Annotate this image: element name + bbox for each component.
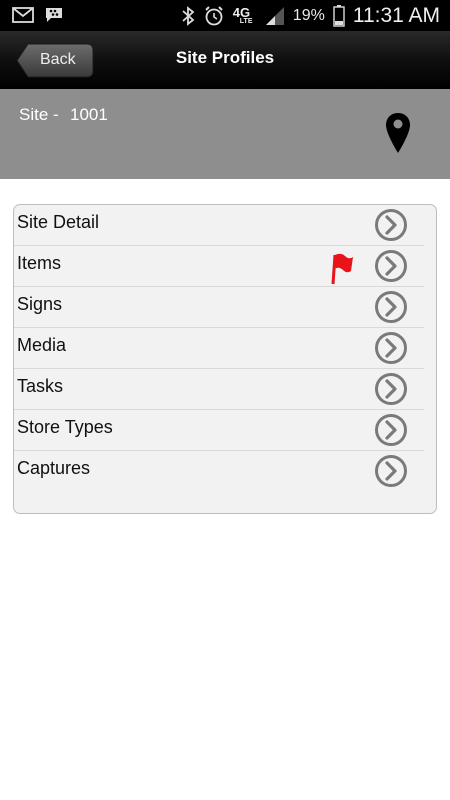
chevron-right-icon[interactable]	[374, 331, 408, 365]
bbm-chat-icon	[46, 8, 62, 22]
notification-icons	[12, 6, 64, 24]
map-pin-icon[interactable]	[385, 112, 411, 154]
menu-item-label: Signs	[17, 294, 63, 314]
chevron-right-icon[interactable]	[374, 208, 408, 242]
menu-item-site-detail[interactable]: Site Detail	[14, 205, 424, 246]
menu-item-label: Captures	[17, 458, 91, 478]
menu-item-media[interactable]: Media	[14, 328, 424, 369]
menu-item-captures[interactable]: Captures	[14, 451, 424, 492]
status-bar: 4G LTE 19% 11:31 AM	[0, 0, 450, 31]
chevron-right-icon[interactable]	[374, 290, 408, 324]
site-number: 1001	[70, 105, 108, 124]
title-bar: Back Site Profiles	[0, 31, 450, 89]
menu-item-items[interactable]: Items	[14, 246, 424, 287]
menu-item-label: Tasks	[17, 376, 64, 396]
menu-item-label: Items	[17, 253, 62, 273]
alarm-icon	[205, 5, 223, 25]
clock: 11:31 AM	[352, 3, 440, 27]
system-icons: 4G LTE 19% 11:31 AM	[181, 0, 440, 31]
menu-item-signs[interactable]: Signs	[14, 287, 424, 328]
chevron-right-icon[interactable]	[374, 413, 408, 447]
menu-item-label: Site Detail	[17, 212, 100, 232]
menu-item-label: Store Types	[17, 417, 113, 437]
network-indicator: 4G LTE	[232, 4, 253, 25]
menu-item-tasks[interactable]: Tasks	[14, 369, 424, 410]
bluetooth-icon	[182, 5, 195, 26]
chevron-right-icon[interactable]	[374, 454, 408, 488]
mail-icon	[12, 7, 34, 23]
battery-icon	[333, 4, 345, 27]
profile-menu: Site Detail Items Signs Media Tasks Stor…	[13, 204, 437, 514]
site-label: Site -	[19, 105, 59, 124]
battery-percent: 19%	[292, 6, 325, 24]
page-title: Site Profiles	[175, 48, 275, 67]
menu-item-label: Media	[17, 335, 67, 355]
chevron-right-icon[interactable]	[374, 249, 408, 283]
flag-icon	[331, 253, 353, 285]
menu-item-store-types[interactable]: Store Types	[14, 410, 424, 451]
site-header: Site - 1001	[0, 89, 450, 179]
signal-icon	[265, 6, 284, 25]
chevron-right-icon[interactable]	[374, 372, 408, 406]
